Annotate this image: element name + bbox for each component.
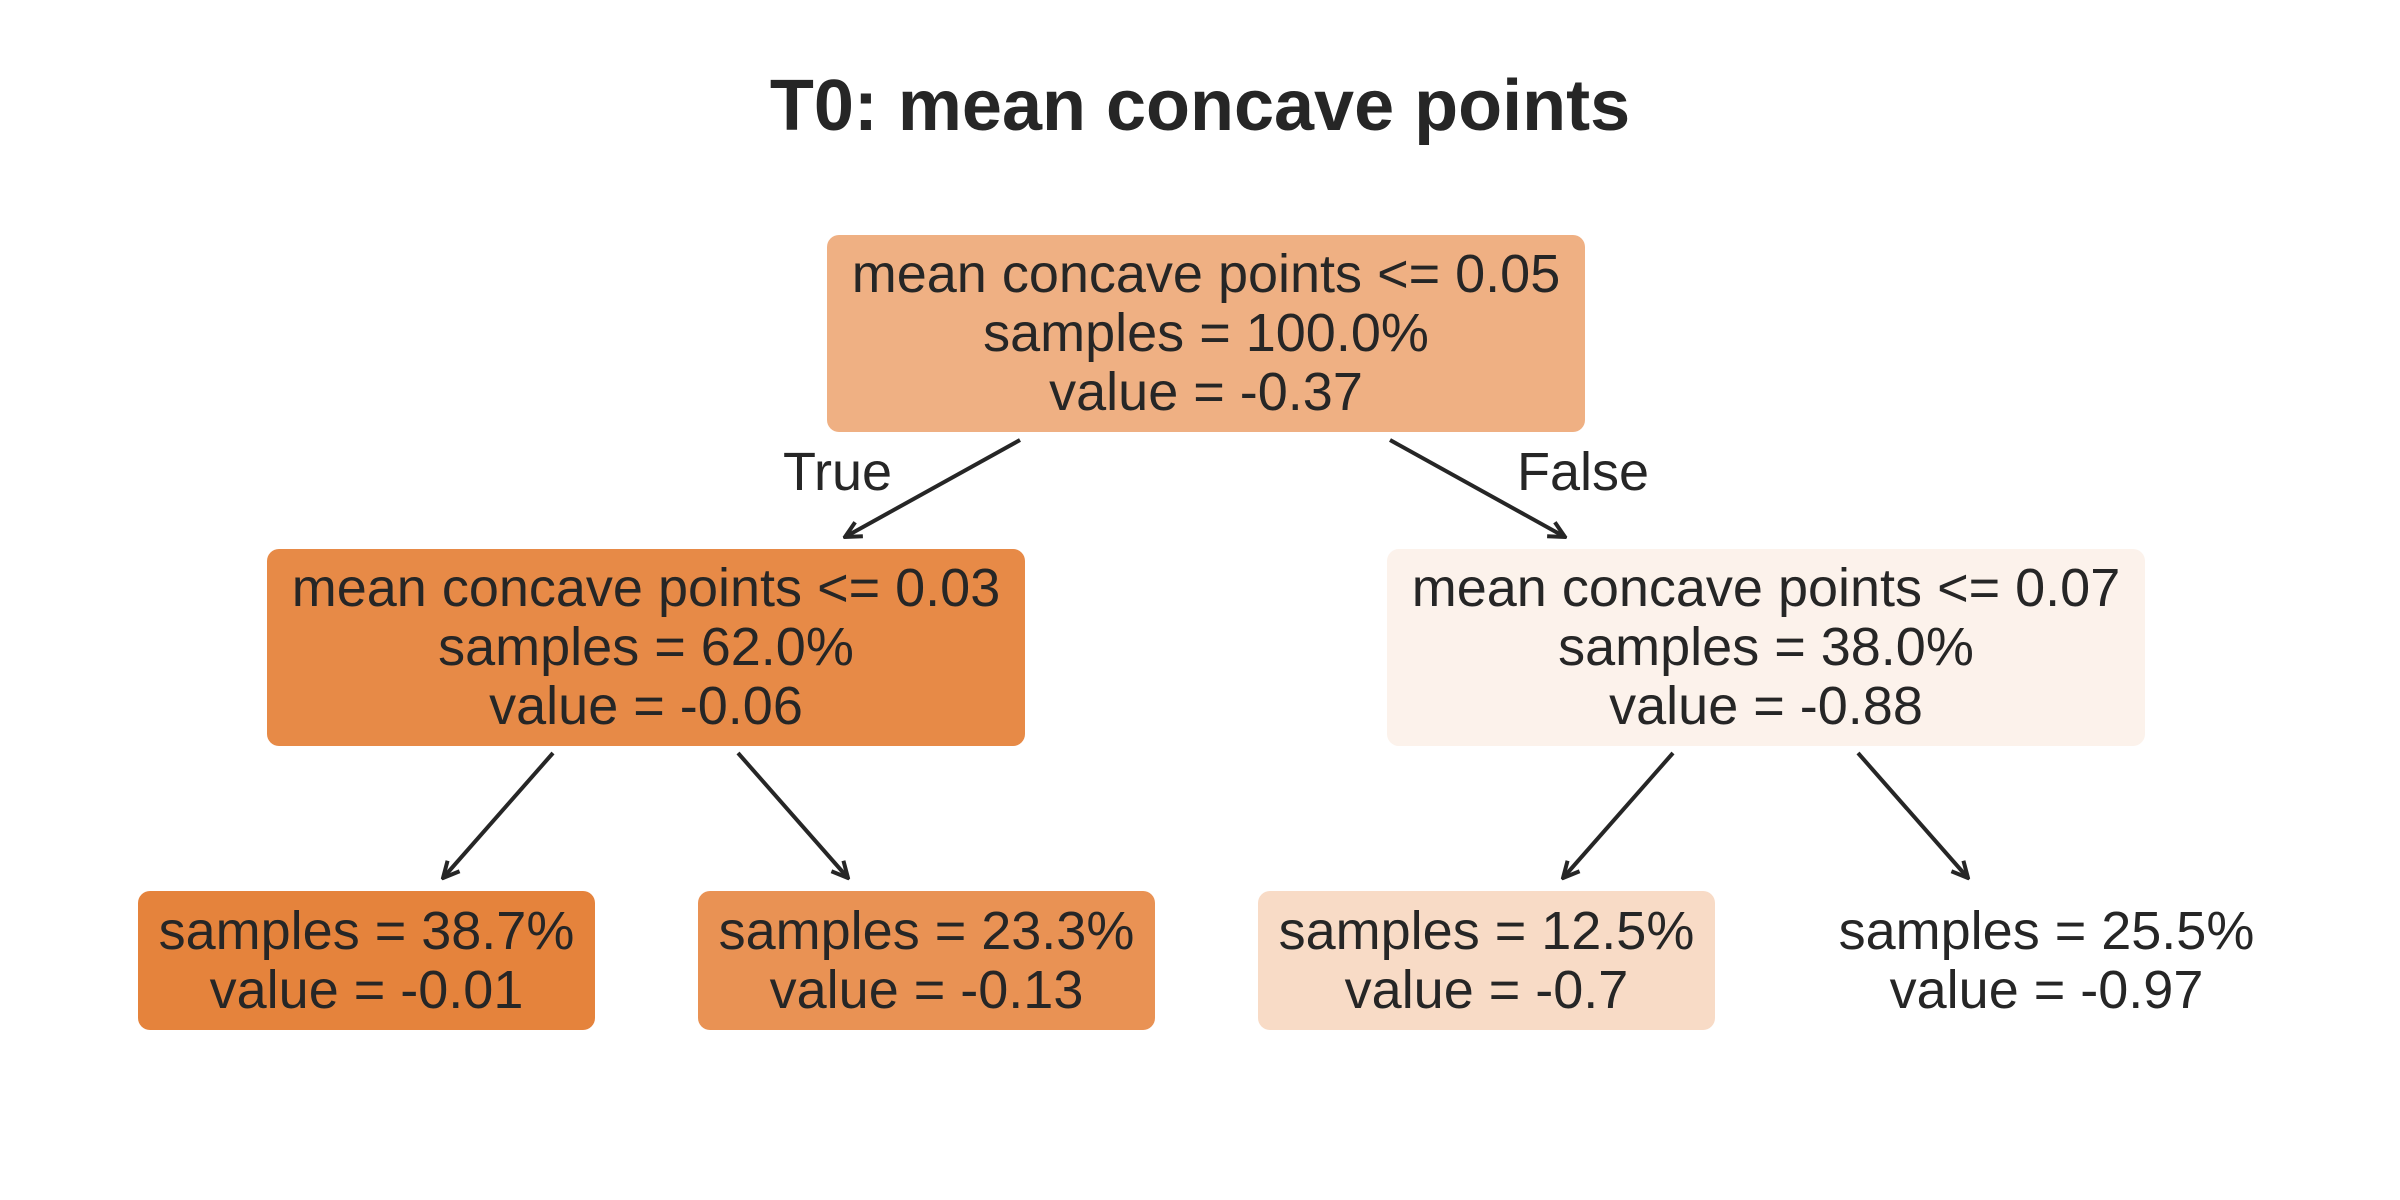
node-leaf-rl-samples: samples = 12.5% <box>1278 900 1695 961</box>
node-root-condition: mean concave points <= 0.05 <box>851 244 1561 304</box>
node-leaf-lr-value: value = -0.13 <box>769 959 1084 1020</box>
edge-label-true: True <box>783 442 893 502</box>
node-right-condition: mean concave points <= 0.07 <box>1411 558 2121 618</box>
node-root-value: value = -0.37 <box>1049 362 1363 422</box>
node-root: mean concave points <= 0.05 samples = 10… <box>827 235 1585 432</box>
node-left-value: value = -0.06 <box>489 676 803 736</box>
edge-left-lr <box>736 751 848 878</box>
node-right-samples: samples = 38.0% <box>1558 617 1974 677</box>
node-leaf-lr: samples = 23.3% value = -0.13 <box>698 891 1155 1030</box>
node-left: mean concave points <= 0.03 samples = 62… <box>267 549 1025 746</box>
edge-label-false: False <box>1517 442 1650 502</box>
node-leaf-rr: samples = 25.5% value = -0.97 <box>1818 891 2275 1030</box>
node-leaf-lr-samples: samples = 23.3% <box>718 900 1135 961</box>
node-leaf-ll-value: value = -0.01 <box>209 959 524 1020</box>
node-right: mean concave points <= 0.07 samples = 38… <box>1387 549 2145 746</box>
edge-right-rl <box>1563 751 1675 878</box>
node-leaf-rr-value: value = -0.97 <box>1889 959 2204 1020</box>
edge-right-rr <box>1856 751 1968 878</box>
node-leaf-ll-samples: samples = 38.7% <box>158 900 575 961</box>
node-left-samples: samples = 62.0% <box>438 617 854 677</box>
node-left-condition: mean concave points <= 0.03 <box>291 558 1001 618</box>
node-leaf-rl-value: value = -0.7 <box>1344 959 1629 1020</box>
edge-left-ll <box>443 751 555 878</box>
node-leaf-ll: samples = 38.7% value = -0.01 <box>138 891 595 1030</box>
node-leaf-rr-samples: samples = 25.5% <box>1838 900 2255 961</box>
node-right-value: value = -0.88 <box>1609 676 1923 736</box>
node-leaf-rl: samples = 12.5% value = -0.7 <box>1258 891 1715 1030</box>
node-root-samples: samples = 100.0% <box>983 303 1429 363</box>
